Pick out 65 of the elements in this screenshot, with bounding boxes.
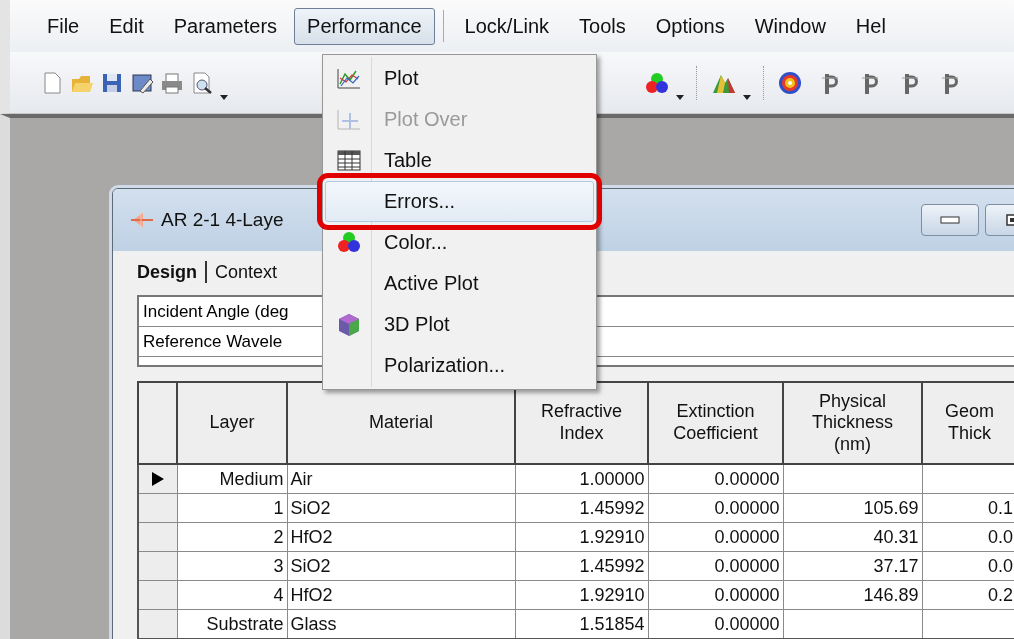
row-header[interactable] [138, 522, 177, 552]
row-header[interactable] [138, 464, 177, 494]
table-cell: 0.00000 [648, 493, 783, 523]
column-header: Material [287, 382, 515, 464]
table-cell: 1.92910 [515, 580, 648, 610]
table-cell: 0.00000 [648, 522, 783, 552]
menu-item[interactable]: Hel [842, 7, 899, 45]
caret-icon [220, 95, 228, 101]
current-row-icon [150, 471, 165, 487]
color-circles-icon[interactable] [644, 70, 670, 95]
menu-item[interactable]: Parameters [160, 7, 291, 45]
table-cell: 0.00000 [648, 551, 783, 581]
row-header[interactable] [138, 609, 177, 639]
table-cell: 0.00000 [648, 580, 783, 610]
minimize-button[interactable] [921, 204, 979, 236]
menu-item[interactable]: Tools [566, 7, 639, 45]
menu-item[interactable]: Edit [96, 7, 157, 45]
row-header[interactable] [138, 551, 177, 581]
menu-item[interactable]: Active Plot [325, 263, 594, 304]
menu-item[interactable]: Performance [294, 7, 435, 45]
table-cell: HfO2 [287, 580, 515, 610]
menu-item[interactable]: Plot [325, 58, 594, 99]
table-cell: SiO2 [287, 551, 515, 581]
caret-icon [676, 95, 684, 101]
table-cell: 1.00000 [515, 464, 648, 494]
menu-item[interactable]: Color... [325, 222, 594, 263]
column-header: Layer [177, 382, 287, 464]
menu-item[interactable]: Table [325, 140, 594, 181]
print-preview-icon[interactable] [190, 70, 214, 95]
table-cell: 4 [177, 580, 287, 610]
table-cell: 3 [177, 551, 287, 581]
menu-item[interactable]: Options [642, 7, 738, 45]
table-cell: 0.00000 [648, 464, 783, 494]
tab[interactable]: Context [215, 261, 278, 283]
tab[interactable]: Design [137, 261, 197, 283]
menu-item[interactable]: Window [741, 7, 839, 45]
table-cell: 37.17 [783, 551, 922, 581]
window-title: AR 2-1 4-Laye [161, 209, 284, 231]
table-cell: Medium [177, 464, 287, 494]
table-cell: 146.89 [783, 580, 922, 610]
table-cell: 1 [177, 493, 287, 523]
table-cell: HfO2 [287, 522, 515, 552]
window-app-icon [131, 210, 153, 230]
menu-item[interactable]: Lock/Link [451, 7, 563, 45]
table-cell: SiO2 [287, 493, 515, 523]
table-cell: 1.45992 [515, 493, 648, 523]
column-header: Extinction Coefficient [648, 382, 783, 464]
caret-icon [743, 95, 751, 101]
table-cell: 105.69 [783, 493, 922, 523]
table-icon [336, 147, 362, 174]
column-header: Refractive Index [515, 382, 648, 464]
table-cell: 1.92910 [515, 522, 648, 552]
cube-icon [336, 311, 362, 338]
menu-item[interactable]: File [34, 7, 93, 45]
print-icon[interactable] [160, 70, 184, 95]
table-cell: 2 [177, 522, 287, 552]
row-header[interactable] [138, 493, 177, 523]
table-cell: 1.45992 [515, 551, 648, 581]
target-icon[interactable] [778, 70, 802, 95]
table-cell: 40.31 [783, 522, 922, 552]
table-cell: Air [287, 464, 515, 494]
row-header[interactable] [138, 580, 177, 610]
column-header: Physical Thickness (nm) [783, 382, 922, 464]
column-header: Geom Thick [922, 382, 1014, 464]
minimize-icon [940, 216, 960, 224]
